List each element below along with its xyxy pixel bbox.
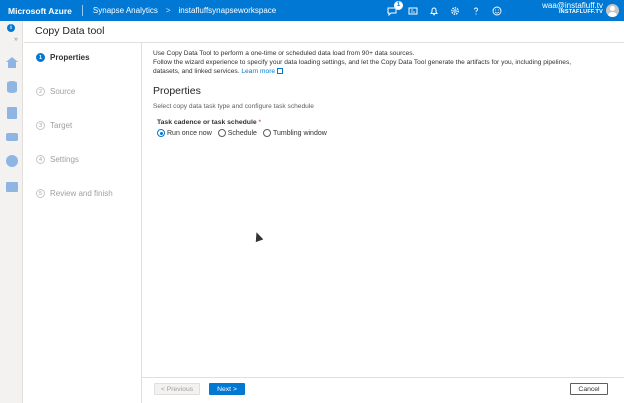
properties-panel: Use Copy Data Tool to perform a one-time… bbox=[153, 49, 613, 137]
brand-title[interactable]: Microsoft Azure bbox=[0, 6, 82, 16]
directory-icon[interactable] bbox=[408, 6, 418, 16]
page-header: Copy Data tool bbox=[24, 21, 624, 43]
monitor-hub-icon[interactable] bbox=[6, 155, 18, 167]
task-cadence-radio-group: Run once now Schedule Tumbling window bbox=[157, 129, 613, 137]
breadcrumb-workspace[interactable]: instafluffsynapseworkspace bbox=[179, 6, 277, 15]
top-icon-group: 1 bbox=[387, 0, 502, 21]
home-icon[interactable] bbox=[6, 57, 18, 69]
step-number: 5 bbox=[36, 189, 45, 198]
intro-text: Use Copy Data Tool to perform a one-time… bbox=[153, 49, 613, 76]
external-link-icon bbox=[277, 68, 284, 74]
step-source[interactable]: 2 Source bbox=[36, 87, 75, 96]
top-bar: Microsoft Azure Synapse Analytics > inst… bbox=[0, 0, 624, 21]
radio-schedule[interactable]: Schedule bbox=[217, 129, 257, 137]
integrate-hub-icon[interactable] bbox=[6, 131, 18, 143]
radio-button-checked[interactable] bbox=[157, 129, 165, 137]
step-label: Settings bbox=[50, 155, 79, 164]
avatar[interactable] bbox=[606, 4, 619, 17]
step-target[interactable]: 3 Target bbox=[36, 121, 72, 130]
section-subtitle: Select copy data task type and configure… bbox=[153, 103, 314, 110]
radio-tumbling-window[interactable]: Tumbling window bbox=[262, 129, 327, 137]
previous-button[interactable]: < Previous bbox=[154, 383, 200, 395]
task-cadence-label-text: Task cadence or task schedule bbox=[157, 119, 257, 126]
step-label: Target bbox=[50, 121, 73, 130]
info-icon: i bbox=[7, 24, 15, 32]
radio-label: Run once now bbox=[167, 129, 212, 137]
left-nav-rail: i » bbox=[0, 21, 23, 403]
account-info[interactable]: waa@instafluff.tv INSTAFLUFF.TV bbox=[542, 1, 603, 16]
intro-line-3: datasets, and linked services. bbox=[153, 68, 240, 75]
page-title: Copy Data tool bbox=[35, 25, 105, 37]
radio-button[interactable] bbox=[217, 129, 226, 137]
wizard-steps: 1 Properties 2 Source 3 Target 4 Setting… bbox=[24, 43, 142, 403]
cancel-button[interactable]: Cancel bbox=[570, 383, 608, 395]
section-title: Properties bbox=[153, 85, 201, 97]
learn-more-link[interactable]: Learn more bbox=[241, 68, 275, 75]
step-label: Source bbox=[50, 87, 76, 96]
bell-icon[interactable] bbox=[429, 6, 439, 16]
expand-rail-icon[interactable]: » bbox=[14, 36, 18, 43]
data-hub-icon[interactable] bbox=[6, 81, 18, 93]
intro-line-1: Use Copy Data Tool to perform a one-time… bbox=[153, 50, 415, 57]
intro-line-3-wrapper: datasets, and linked services. Learn mor… bbox=[153, 67, 613, 76]
feedback-icon[interactable]: 1 bbox=[387, 0, 403, 16]
next-button[interactable]: Next > bbox=[209, 383, 245, 395]
step-number: 1 bbox=[36, 53, 45, 62]
breadcrumb-separator: > bbox=[165, 6, 171, 15]
brand-divider bbox=[81, 5, 83, 16]
step-settings[interactable]: 4 Settings bbox=[36, 155, 79, 164]
help-icon[interactable] bbox=[471, 6, 481, 16]
required-mark: * bbox=[258, 119, 262, 126]
user-tenant: INSTAFLUFF.TV bbox=[558, 9, 603, 16]
smiley-icon[interactable] bbox=[492, 6, 502, 16]
breadcrumb-synapse-analytics[interactable]: Synapse Analytics bbox=[93, 6, 158, 15]
step-review-and-finish[interactable]: 5 Review and finish bbox=[36, 189, 113, 198]
mouse-cursor-icon bbox=[252, 230, 264, 243]
manage-hub-icon[interactable] bbox=[6, 180, 18, 192]
step-number: 4 bbox=[36, 155, 45, 164]
task-cadence-label: Task cadence or task schedule * bbox=[157, 119, 613, 126]
radio-label: Schedule bbox=[227, 129, 257, 137]
radio-label: Tumbling window bbox=[272, 129, 327, 137]
step-properties[interactable]: 1 Properties bbox=[36, 53, 90, 62]
gear-icon[interactable] bbox=[450, 6, 460, 16]
info-button[interactable]: i bbox=[0, 21, 22, 35]
intro-line-2: Follow the wizard experience to specify … bbox=[153, 59, 572, 66]
step-number: 2 bbox=[36, 87, 45, 96]
radio-run-once-now[interactable]: Run once now bbox=[157, 129, 212, 137]
step-label: Properties bbox=[50, 53, 90, 62]
notification-badge: 1 bbox=[394, 0, 403, 10]
develop-hub-icon[interactable] bbox=[6, 107, 18, 119]
wizard-footer: < Previous Next > Cancel bbox=[142, 377, 624, 403]
step-label: Review and finish bbox=[50, 189, 113, 198]
radio-button[interactable] bbox=[262, 129, 271, 137]
step-number: 3 bbox=[36, 121, 45, 130]
